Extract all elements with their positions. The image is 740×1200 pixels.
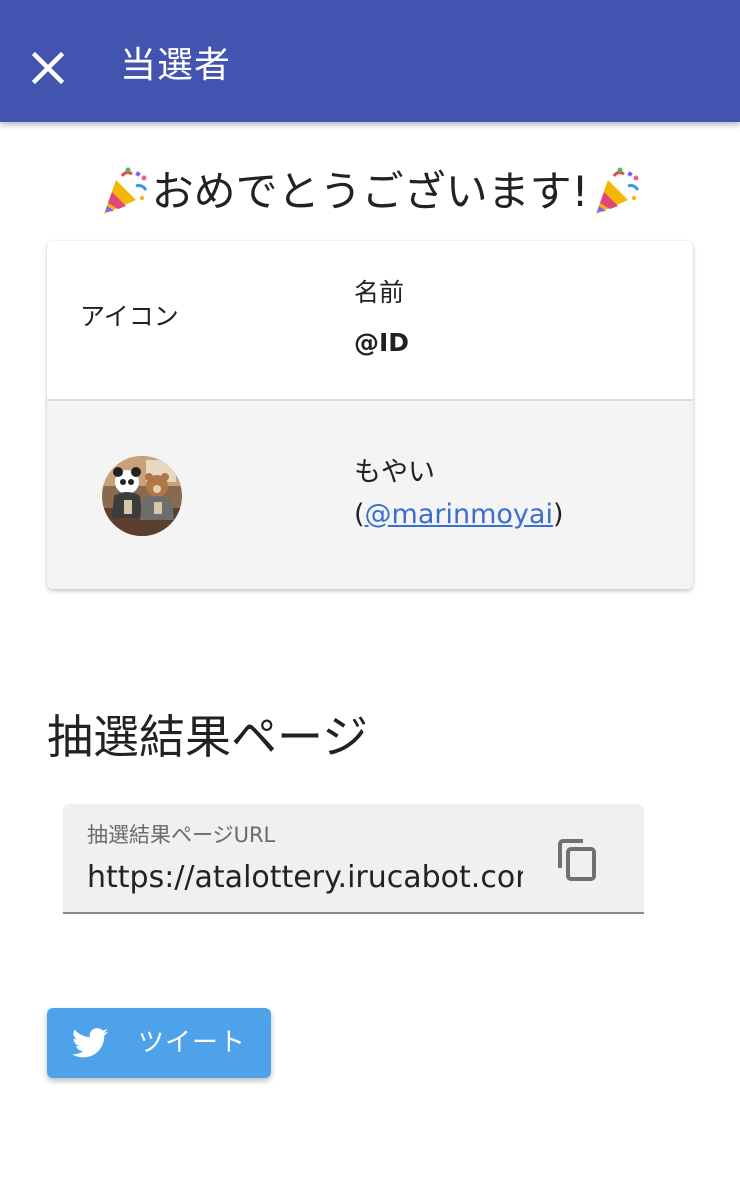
close-icon (31, 51, 65, 85)
result-section-title: 抽選結果ページ (47, 710, 369, 764)
tweet-button[interactable]: ツイート (47, 1008, 271, 1078)
avatar-image (102, 456, 182, 536)
handle-close-paren: ) (552, 499, 564, 530)
app-bar: 当選者 (0, 0, 740, 122)
congrats-text: おめでとうございます! (151, 167, 589, 216)
result-url-field[interactable]: 抽選結果ページURL https://atalottery.irucabot.c… (63, 804, 644, 914)
party-popper-icon (596, 167, 640, 214)
copy-icon (558, 839, 596, 881)
page-title: 当選者 (120, 45, 232, 86)
winner-table: アイコン 名前 @ID もやい (@marinmoyai) (47, 241, 693, 589)
congrats-heading: おめでとうございます! (0, 162, 740, 222)
winner-name: もやい (354, 457, 435, 488)
twitter-bird-icon (72, 1028, 108, 1058)
table-header: アイコン 名前 @ID (47, 241, 693, 399)
tweet-button-label: ツイート (138, 1028, 247, 1058)
winner-handle-link[interactable]: @marinmoyai (365, 499, 553, 530)
winner-handle: (@marinmoyai) (354, 495, 564, 535)
close-button[interactable] (20, 40, 76, 96)
column-header-id: @ID (354, 328, 410, 357)
copy-url-button[interactable] (549, 832, 605, 888)
column-header-icon: アイコン (80, 302, 179, 331)
result-url-label: 抽選結果ページURL (87, 823, 276, 847)
avatar (102, 456, 182, 536)
party-popper-icon (103, 167, 147, 214)
column-header-name: 名前 (354, 278, 405, 307)
handle-open-paren: ( (354, 499, 365, 530)
table-row: もやい (@marinmoyai) (47, 401, 693, 589)
result-url-input[interactable]: https://atalottery.irucabot.com (87, 856, 523, 900)
